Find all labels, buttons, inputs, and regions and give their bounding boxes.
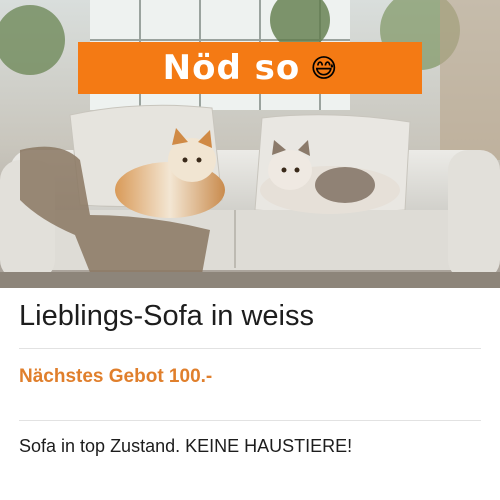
banner-text: Nöd so (162, 48, 301, 88)
next-bid-label: Nächstes Gebot 100.- (19, 366, 213, 387)
listing-description: Sofa in top Zustand. KEINE HAUSTIERE! (19, 436, 353, 456)
sweat-smile-icon: 😅 (310, 53, 338, 83)
divider (19, 420, 481, 421)
listing-title: Lieblings-Sofa in weiss (19, 300, 314, 332)
overlay-banner: Nöd so 😅 (78, 42, 422, 94)
divider (19, 348, 481, 349)
listing-card: Nöd so 😅 Lieblings-Sofa in weiss Nächste… (0, 0, 500, 500)
listing-photo[interactable]: Nöd so 😅 (0, 0, 500, 288)
